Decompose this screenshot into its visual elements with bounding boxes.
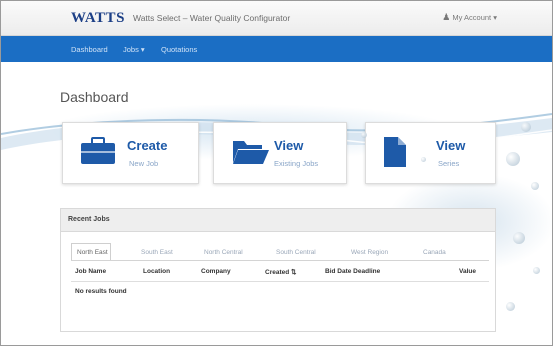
panel-header: Recent Jobs xyxy=(61,209,495,232)
main-nav: Dashboard Jobs ▾ Quotations xyxy=(1,36,552,62)
card-title: View xyxy=(274,138,304,153)
water-droplet xyxy=(361,132,367,138)
column-header-value[interactable]: Value xyxy=(459,268,476,275)
card-subtitle: Existing Jobs xyxy=(274,159,319,168)
tab-south-east[interactable]: South East xyxy=(141,249,173,256)
top-bar: WATTS Watts Select – Water Quality Confi… xyxy=(1,1,552,36)
nav-dashboard[interactable]: Dashboard xyxy=(71,45,108,54)
card-subtitle: New Job xyxy=(129,159,159,168)
water-droplet xyxy=(533,267,540,274)
water-droplet xyxy=(506,152,520,166)
account-label: My Account ▾ xyxy=(452,13,497,22)
recent-jobs-panel: Recent Jobs North East South East North … xyxy=(60,208,496,332)
card-title: View xyxy=(436,138,466,153)
nav-quotations[interactable]: Quotations xyxy=(161,45,197,54)
water-droplet xyxy=(421,157,426,162)
tab-north-central[interactable]: North Central xyxy=(204,249,243,256)
column-header-company[interactable]: Company xyxy=(201,268,231,275)
dashboard-area: Dashboard Create New Job View Existing J… xyxy=(1,62,552,345)
document-icon xyxy=(384,137,406,167)
header-divider xyxy=(71,281,489,282)
view-series-card[interactable]: View Series xyxy=(365,122,496,184)
view-existing-jobs-card[interactable]: View Existing Jobs xyxy=(213,122,347,184)
column-header-location[interactable]: Location xyxy=(143,268,170,275)
column-header-bid-date-deadline[interactable]: Bid Date Deadline xyxy=(325,268,380,275)
water-droplet xyxy=(531,182,539,190)
column-header-created[interactable]: Created ⇅ xyxy=(265,268,296,276)
card-subtitle: Series xyxy=(438,159,460,168)
column-header-job-name[interactable]: Job Name xyxy=(75,268,106,275)
empty-table-message: No results found xyxy=(75,288,127,295)
folder-icon xyxy=(233,141,269,164)
watts-logo[interactable]: WATTS xyxy=(71,10,125,27)
account-menu[interactable]: ♟ My Account ▾ xyxy=(442,12,497,23)
water-droplet xyxy=(521,122,531,132)
app-title: Watts Select – Water Quality Configurato… xyxy=(133,13,291,23)
card-title: Create xyxy=(127,138,168,153)
create-new-job-card[interactable]: Create New Job xyxy=(62,122,199,184)
tab-north-east[interactable]: North East xyxy=(77,249,108,256)
tab-divider xyxy=(71,260,489,261)
tab-west-region[interactable]: West Region xyxy=(351,249,388,256)
panel-title: Recent Jobs xyxy=(68,216,110,223)
water-droplet xyxy=(506,302,515,311)
tab-south-central[interactable]: South Central xyxy=(276,249,316,256)
app-window: WATTS Watts Select – Water Quality Confi… xyxy=(0,0,553,346)
nav-jobs[interactable]: Jobs ▾ xyxy=(123,45,145,54)
tab-canada[interactable]: Canada xyxy=(423,249,446,256)
page-title: Dashboard xyxy=(60,89,129,105)
water-droplet xyxy=(513,232,525,244)
briefcase-icon xyxy=(81,137,115,164)
user-icon: ♟ xyxy=(442,12,451,22)
